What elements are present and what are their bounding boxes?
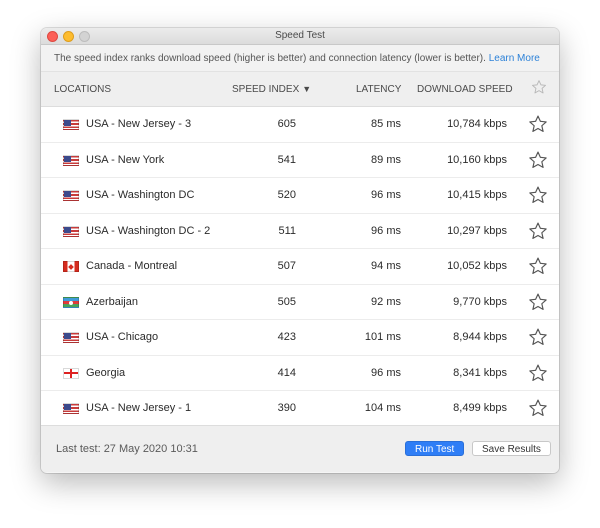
download-speed-value: 10,052 kbps — [447, 260, 507, 272]
latency-value: 94 ms — [371, 260, 401, 272]
georgia-flag-icon — [63, 367, 79, 379]
title-bar[interactable]: Speed Test — [41, 28, 559, 45]
table-row[interactable]: Canada - Montreal 507 94 ms 10,052 kbps — [41, 249, 559, 285]
download-speed-value: 8,944 kbps — [453, 331, 507, 343]
table-header: LOCATIONS SPEED INDEX ▼ LATENCY DOWNLOAD … — [41, 72, 559, 107]
download-speed-value: 8,341 kbps — [453, 366, 507, 379]
speed-index-value: 414 — [277, 366, 296, 379]
column-header-locations[interactable]: LOCATIONS — [54, 84, 111, 95]
download-speed-value: 10,415 kbps — [447, 189, 507, 201]
location-name: USA - Washington DC - 2 — [86, 224, 211, 237]
usa-flag-icon — [63, 190, 79, 201]
latency-value: 96 ms — [371, 366, 401, 379]
table-row[interactable]: USA - New Jersey - 3 605 85 ms 10,784 kb… — [41, 107, 559, 143]
latency-value: 96 ms — [371, 189, 401, 201]
latency-value: 101 ms — [364, 331, 401, 343]
speed-index-value: 423 — [277, 331, 296, 343]
location-name: USA - Washington DC — [86, 189, 195, 201]
favorite-star-icon[interactable] — [528, 150, 548, 173]
usa-flag-icon — [63, 225, 79, 237]
column-header-speed-index[interactable]: SPEED INDEX ▼ — [232, 84, 311, 95]
favorite-star-icon[interactable] — [528, 256, 548, 279]
sort-descending-icon: ▼ — [302, 84, 312, 94]
speed-index-value: 520 — [277, 189, 296, 201]
location-name: Azerbaijan — [86, 295, 138, 308]
speed-test-window: Speed Test The speed index ranks downloa… — [41, 28, 559, 473]
latency-value: 85 ms — [371, 118, 401, 130]
table-row[interactable]: USA - New York 541 89 ms 10,160 kbps — [41, 143, 559, 178]
footer-bar: Last test: 27 May 2020 10:31 Run Test Sa… — [41, 425, 559, 472]
latency-value: 92 ms — [371, 295, 401, 308]
window-title: Speed Test — [275, 30, 325, 41]
speed-index-value: 507 — [277, 260, 296, 272]
table-row[interactable]: USA - Chicago 423 101 ms 8,944 kbps — [41, 320, 559, 356]
location-name: Canada - Montreal — [86, 260, 178, 272]
save-results-button[interactable]: Save Results — [472, 441, 551, 456]
favorite-star-icon[interactable] — [528, 221, 548, 244]
location-name: Georgia — [86, 366, 126, 379]
latency-value: 89 ms — [371, 153, 401, 166]
table-row[interactable]: Azerbaijan 505 92 ms 9,770 kbps — [41, 285, 559, 320]
favorite-star-icon[interactable] — [528, 185, 548, 208]
table-row[interactable]: USA - New Jersey - 1 390 104 ms 8,499 kb… — [41, 391, 559, 427]
azerbaijan-flag-icon — [63, 296, 79, 308]
latency-value: 104 ms — [364, 402, 401, 414]
table-row[interactable]: USA - Washington DC - 2 511 96 ms 10,297… — [41, 214, 559, 249]
location-name: USA - New Jersey - 1 — [86, 402, 192, 414]
table-row[interactable]: USA - Washington DC 520 96 ms 10,415 kbp… — [41, 178, 559, 214]
location-name: USA - Chicago — [86, 331, 159, 343]
speed-index-value: 511 — [278, 224, 296, 237]
speed-index-value: 505 — [277, 295, 296, 308]
download-speed-value: 10,297 kbps — [447, 224, 507, 237]
location-name: USA - New York — [86, 153, 165, 166]
speed-index-value: 605 — [277, 118, 296, 130]
table-row[interactable]: Georgia 414 96 ms 8,341 kbps — [41, 356, 559, 391]
speed-index-value: 541 — [277, 153, 296, 166]
latency-value: 96 ms — [371, 224, 401, 237]
column-header-download-speed[interactable]: DOWNLOAD SPEED — [417, 84, 513, 95]
usa-flag-icon — [63, 119, 79, 130]
location-name: USA - New Jersey - 3 — [86, 118, 192, 130]
canada-flag-icon — [63, 261, 79, 272]
download-speed-value: 9,770 kbps — [453, 295, 507, 308]
favorite-star-icon[interactable] — [528, 398, 548, 421]
info-banner: The speed index ranks download speed (hi… — [41, 45, 559, 72]
download-speed-value: 10,160 kbps — [447, 153, 507, 166]
locations-list: USA - New Jersey - 3 605 85 ms 10,784 kb… — [41, 107, 559, 425]
download-speed-value: 10,784 kbps — [447, 118, 507, 130]
usa-flag-icon — [63, 403, 79, 414]
favorite-star-icon[interactable] — [528, 327, 548, 350]
favorite-star-icon[interactable] — [528, 292, 548, 315]
download-speed-value: 8,499 kbps — [453, 402, 507, 414]
info-text: The speed index ranks download speed (hi… — [54, 53, 486, 64]
usa-flag-icon — [63, 332, 79, 343]
favorite-star-icon[interactable] — [528, 114, 548, 137]
favorite-star-icon[interactable] — [528, 363, 548, 386]
column-header-speed-index-label: SPEED INDEX — [232, 84, 300, 95]
run-test-button[interactable]: Run Test — [405, 441, 465, 456]
last-test-timestamp: Last test: 27 May 2020 10:31 — [56, 443, 198, 455]
favorites-column-star-icon[interactable] — [531, 79, 547, 98]
learn-more-link[interactable]: Learn More — [489, 53, 540, 64]
usa-flag-icon — [63, 154, 79, 166]
speed-index-value: 390 — [277, 402, 296, 414]
column-header-latency[interactable]: LATENCY — [356, 84, 401, 95]
